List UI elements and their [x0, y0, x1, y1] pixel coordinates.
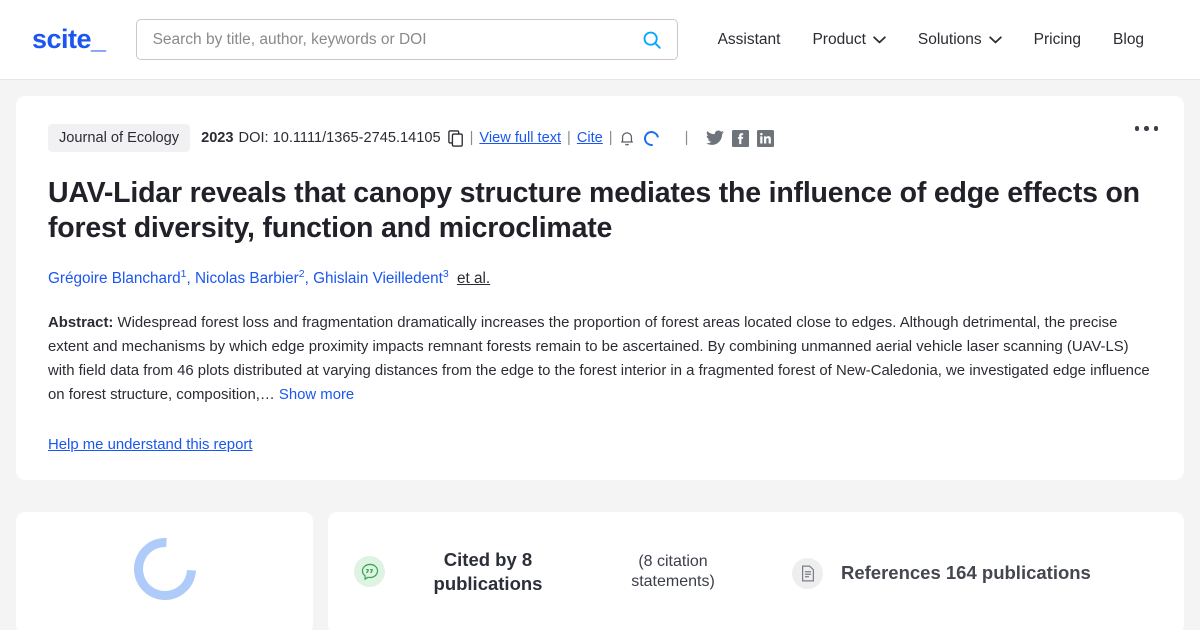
main-navigation: Assistant Product Solutions Pricing Blog — [702, 31, 1153, 49]
nav-item-assistant[interactable]: Assistant — [702, 31, 797, 49]
nav-label-pricing: Pricing — [1033, 30, 1082, 48]
nav-label-solutions: Solutions — [917, 30, 982, 48]
twitter-icon[interactable] — [706, 130, 725, 146]
abstract-body: Widespread forest loss and fragmentation… — [48, 314, 1150, 403]
meta-separator: | — [608, 130, 613, 146]
cite-link[interactable]: Cite — [577, 130, 603, 146]
linkedin-icon[interactable] — [757, 129, 775, 147]
facebook-icon[interactable] — [732, 129, 750, 147]
meta-separator: | — [567, 130, 571, 146]
bottom-panels: Cited by 8 publications (8 citation stat… — [0, 512, 1200, 630]
meta-separator: | — [684, 130, 689, 146]
scite-logo[interactable]: scite_ — [32, 24, 106, 55]
publication-card: Journal of Ecology 2023 DOI: 10.1111/136… — [16, 96, 1184, 481]
metrics-panel — [16, 512, 313, 630]
author-link[interactable]: Ghislain Vieilledent — [313, 270, 443, 287]
search-bar[interactable] — [135, 19, 678, 60]
journal-badge[interactable]: Journal of Ecology — [48, 124, 191, 152]
author-link[interactable]: Nicolas Barbier — [195, 270, 299, 287]
publication-doi: DOI: 10.1111/1365-2745.14105 — [238, 130, 441, 146]
search-input[interactable] — [152, 30, 641, 49]
author-link[interactable]: Grégoire Blanchard — [48, 270, 181, 287]
nav-item-product[interactable]: Product — [796, 31, 901, 49]
nav-item-pricing[interactable]: Pricing — [1018, 31, 1097, 49]
citation-tabs: Cited by 8 publications (8 citation stat… — [328, 512, 1184, 630]
more-options-icon[interactable] — [1134, 126, 1158, 131]
abstract-label: Abstract: — [48, 314, 114, 331]
tab-cited-by-sublabel: (8 citation statements) — [631, 552, 715, 590]
publication-meta-row: Journal of Ecology 2023 DOI: 10.1111/136… — [48, 124, 1152, 152]
loading-spinner-icon — [120, 525, 209, 613]
author-affiliation: 2 — [298, 267, 305, 280]
search-icon[interactable] — [641, 29, 663, 51]
chevron-down-icon — [873, 31, 886, 49]
nav-label-product: Product — [812, 30, 866, 48]
citation-quote-icon — [354, 556, 385, 588]
social-share-group — [706, 129, 775, 147]
site-header: scite_ Assistant Product Solutions — [0, 0, 1200, 80]
author-affiliation: 1 — [180, 267, 187, 280]
author-affiliation: 3 — [442, 267, 449, 280]
tab-cited-by[interactable]: Cited by 8 publications (8 citation stat… — [328, 512, 766, 630]
page-title: UAV-Lidar reveals that canopy structure … — [48, 177, 1140, 244]
chevron-down-icon — [988, 31, 1002, 49]
tab-cited-by-label: Cited by 8 publications — [433, 549, 543, 594]
author-list: Grégoire Blanchard1, Nicolas Barbier2, G… — [48, 267, 491, 287]
show-more-link[interactable]: Show more — [279, 387, 354, 403]
nav-label-assistant: Assistant — [717, 30, 781, 48]
publication-year: 2023 — [201, 130, 234, 146]
copy-icon[interactable] — [447, 129, 464, 147]
loading-spinner-icon — [640, 127, 662, 149]
et-al-link[interactable]: et al. — [457, 270, 490, 287]
bell-icon[interactable] — [619, 130, 635, 147]
tab-references[interactable]: References 164 publications — [766, 512, 1117, 630]
nav-label-blog: Blog — [1113, 30, 1145, 48]
nav-item-solutions[interactable]: Solutions — [902, 31, 1018, 49]
tab-references-label: References 164 publications — [841, 562, 1091, 584]
nav-item-blog[interactable]: Blog — [1097, 31, 1152, 49]
document-icon — [792, 557, 823, 589]
view-full-text-link[interactable]: View full text — [479, 130, 561, 146]
help-understand-report-link[interactable]: Help me understand this report — [48, 437, 252, 453]
abstract-text: Abstract: Widespread forest loss and fra… — [48, 311, 1152, 408]
meta-separator: | — [469, 130, 474, 146]
page-body: Journal of Ecology 2023 DOI: 10.1111/136… — [0, 80, 1200, 496]
